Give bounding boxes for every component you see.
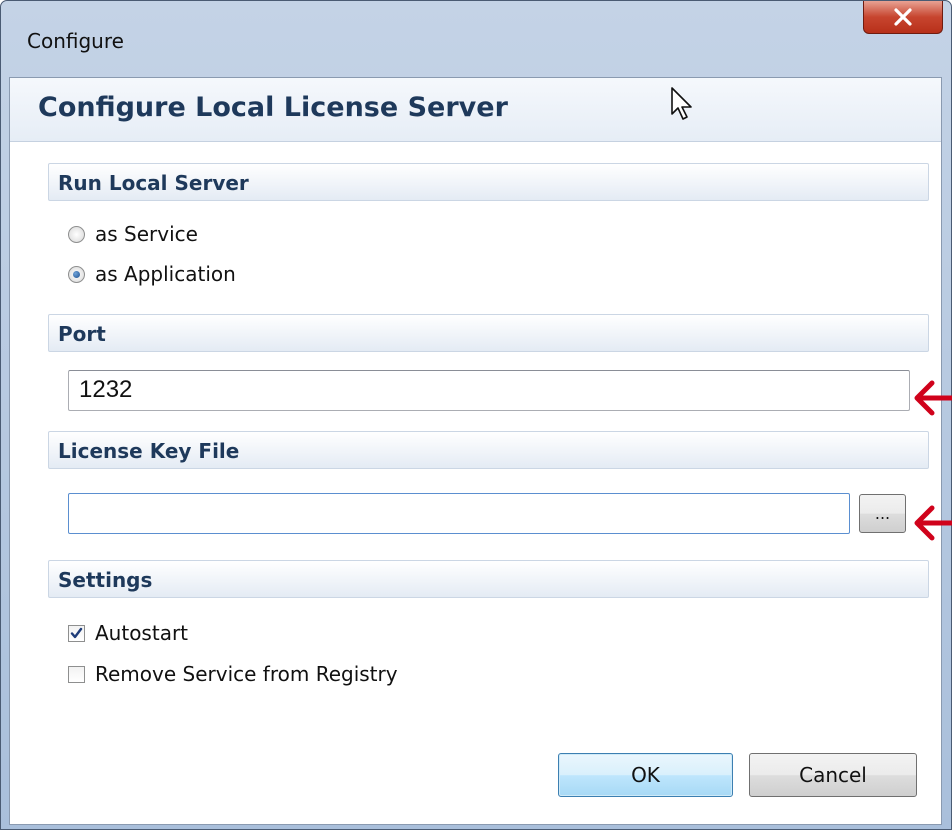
- radio-label: as Service: [95, 222, 198, 246]
- window-title: Configure: [27, 29, 124, 53]
- configure-window: Configure Configure Local License Server…: [0, 0, 952, 830]
- dialog-heading: Configure Local License Server: [38, 92, 508, 123]
- close-icon: [894, 8, 912, 26]
- run-local-server-header-label: Run Local Server: [58, 171, 249, 195]
- radio-label: as Application: [95, 262, 236, 286]
- port-value: 1232: [79, 376, 133, 403]
- license-key-file-input[interactable]: [68, 493, 850, 534]
- red-arrow-icon: [914, 505, 952, 541]
- close-button[interactable]: [863, 1, 943, 34]
- settings-header-label: Settings: [58, 568, 153, 592]
- title-bar[interactable]: Configure: [1, 1, 951, 77]
- port-header: Port: [48, 314, 929, 352]
- ok-button[interactable]: OK: [558, 753, 733, 797]
- radio-as-application[interactable]: as Application: [68, 262, 236, 286]
- checkbox-label: Autostart: [95, 621, 189, 645]
- radio-button[interactable]: [68, 225, 85, 243]
- checkbox[interactable]: [68, 665, 85, 683]
- radio-as-service[interactable]: as Service: [68, 222, 198, 246]
- checkbox-remove-service[interactable]: Remove Service from Registry: [68, 662, 398, 686]
- radio-button-selected[interactable]: [68, 265, 85, 283]
- cancel-button[interactable]: Cancel: [749, 753, 917, 797]
- run-local-server-header: Run Local Server: [48, 163, 929, 201]
- browse-button[interactable]: ...: [859, 494, 906, 533]
- dialog-client-area: Configure Local License Server Run Local…: [9, 77, 942, 825]
- checkbox-autostart[interactable]: Autostart: [68, 621, 188, 645]
- port-input[interactable]: 1232: [68, 370, 910, 411]
- red-arrow-icon: [914, 380, 952, 416]
- license-key-file-header-label: License Key File: [58, 439, 240, 463]
- checkmark-icon: [70, 627, 83, 638]
- settings-header: Settings: [48, 560, 929, 598]
- license-key-file-header: License Key File: [48, 431, 929, 469]
- checkbox-label: Remove Service from Registry: [95, 662, 398, 686]
- dialog-header: Configure Local License Server: [10, 78, 941, 142]
- port-header-label: Port: [58, 322, 106, 346]
- checkbox[interactable]: [68, 624, 85, 642]
- mouse-cursor-icon: [671, 87, 692, 120]
